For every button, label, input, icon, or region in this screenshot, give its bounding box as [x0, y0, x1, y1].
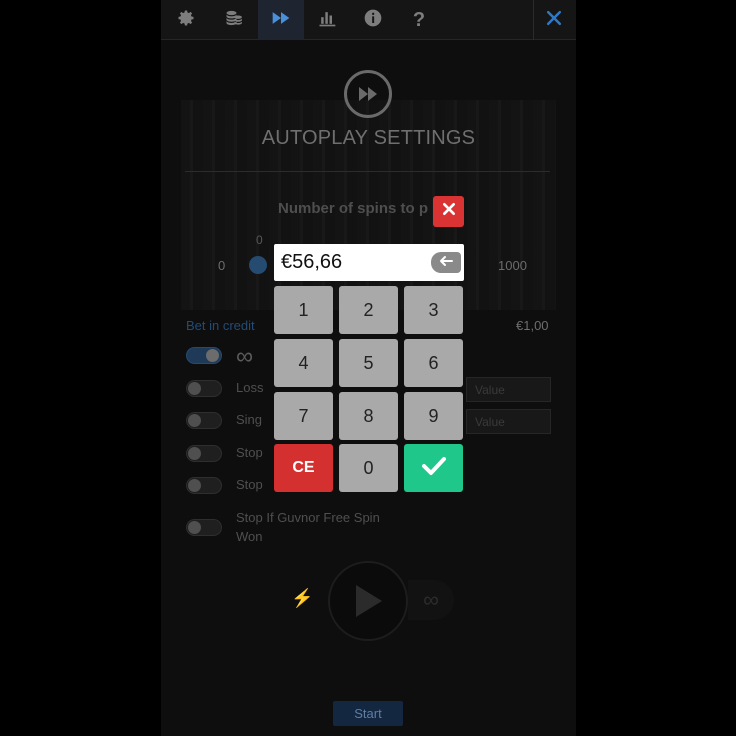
key-5[interactable]: 5	[339, 339, 398, 387]
key-9[interactable]: 9	[404, 392, 463, 440]
nav-info[interactable]	[350, 0, 396, 40]
keypad-close-button[interactable]	[433, 196, 464, 227]
slider-value-label: 0	[256, 233, 263, 247]
page-title: AUTOPLAY SETTINGS	[261, 127, 476, 149]
slider-max-label: 1000	[498, 258, 527, 273]
clear-entry-button[interactable]: CE	[274, 444, 333, 492]
backspace-arrow-icon	[439, 254, 453, 272]
infinite-spins-toggle[interactable]	[186, 347, 222, 364]
key-0[interactable]: 0	[339, 444, 398, 492]
autoplay-fast-forward-icon	[344, 70, 392, 118]
single-win-toggle[interactable]	[186, 412, 222, 429]
nav-coins[interactable]	[211, 0, 257, 40]
numeric-keypad-dialog: €56,66 1 2 3 4 5 6 7 8 9 CE 0	[274, 244, 464, 494]
key-8[interactable]: 8	[339, 392, 398, 440]
close-icon	[441, 201, 457, 222]
bet-label: Bet in credit	[186, 318, 255, 333]
spins-slider-handle[interactable]	[249, 256, 267, 274]
fast-forward-icon	[271, 8, 291, 33]
spins-label: Number of spins to p	[278, 200, 428, 217]
nav-help[interactable]: ?	[396, 0, 442, 40]
play-icon	[356, 585, 382, 617]
divider	[185, 171, 550, 172]
stop-free-spin-label: Stop If Guvnor Free Spin Won	[236, 510, 380, 544]
confirm-button[interactable]	[404, 444, 463, 492]
loss-limit-input[interactable]: Value	[466, 377, 551, 402]
keypad-display[interactable]: €56,66	[274, 244, 464, 281]
infinity-icon: ∞	[236, 343, 254, 370]
key-7[interactable]: 7	[274, 392, 333, 440]
checkmark-icon	[421, 455, 447, 482]
coins-icon	[224, 8, 244, 33]
loss-limit-toggle[interactable]	[186, 380, 222, 397]
top-nav: ?	[161, 0, 576, 40]
loss-limit-label: Loss	[236, 380, 264, 395]
nav-statistics[interactable]	[304, 0, 350, 40]
stop-option-label-1: Stop	[236, 445, 263, 460]
backspace-button[interactable]	[431, 252, 461, 273]
bet-value: €1,00	[516, 318, 549, 333]
single-win-label: Sing	[236, 412, 263, 427]
info-icon	[363, 8, 383, 33]
autoplay-infinity-button[interactable]: ∞	[408, 580, 454, 620]
bar-chart-icon	[317, 8, 337, 33]
start-button[interactable]: Start	[333, 701, 403, 726]
stop-free-spin-toggle[interactable]	[186, 519, 222, 536]
key-2[interactable]: 2	[339, 286, 398, 334]
close-icon	[544, 8, 564, 33]
single-win-input[interactable]: Value	[466, 409, 551, 434]
help-icon: ?	[412, 8, 426, 31]
slider-min-label: 0	[218, 258, 226, 273]
stop-option-toggle-1[interactable]	[186, 445, 222, 462]
gear-icon	[176, 8, 196, 33]
nav-close-button[interactable]	[531, 0, 576, 40]
quick-spin-icon[interactable]: ⚡	[291, 588, 313, 609]
key-4[interactable]: 4	[274, 339, 333, 387]
nav-settings[interactable]	[163, 0, 209, 40]
key-6[interactable]: 6	[404, 339, 463, 387]
keypad-display-value: €56,66	[281, 251, 343, 273]
key-1[interactable]: 1	[274, 286, 333, 334]
nav-autoplay[interactable]	[258, 0, 304, 40]
stop-option-label-2: Stop	[236, 477, 263, 492]
key-3[interactable]: 3	[404, 286, 463, 334]
stop-option-toggle-2[interactable]	[186, 477, 222, 494]
